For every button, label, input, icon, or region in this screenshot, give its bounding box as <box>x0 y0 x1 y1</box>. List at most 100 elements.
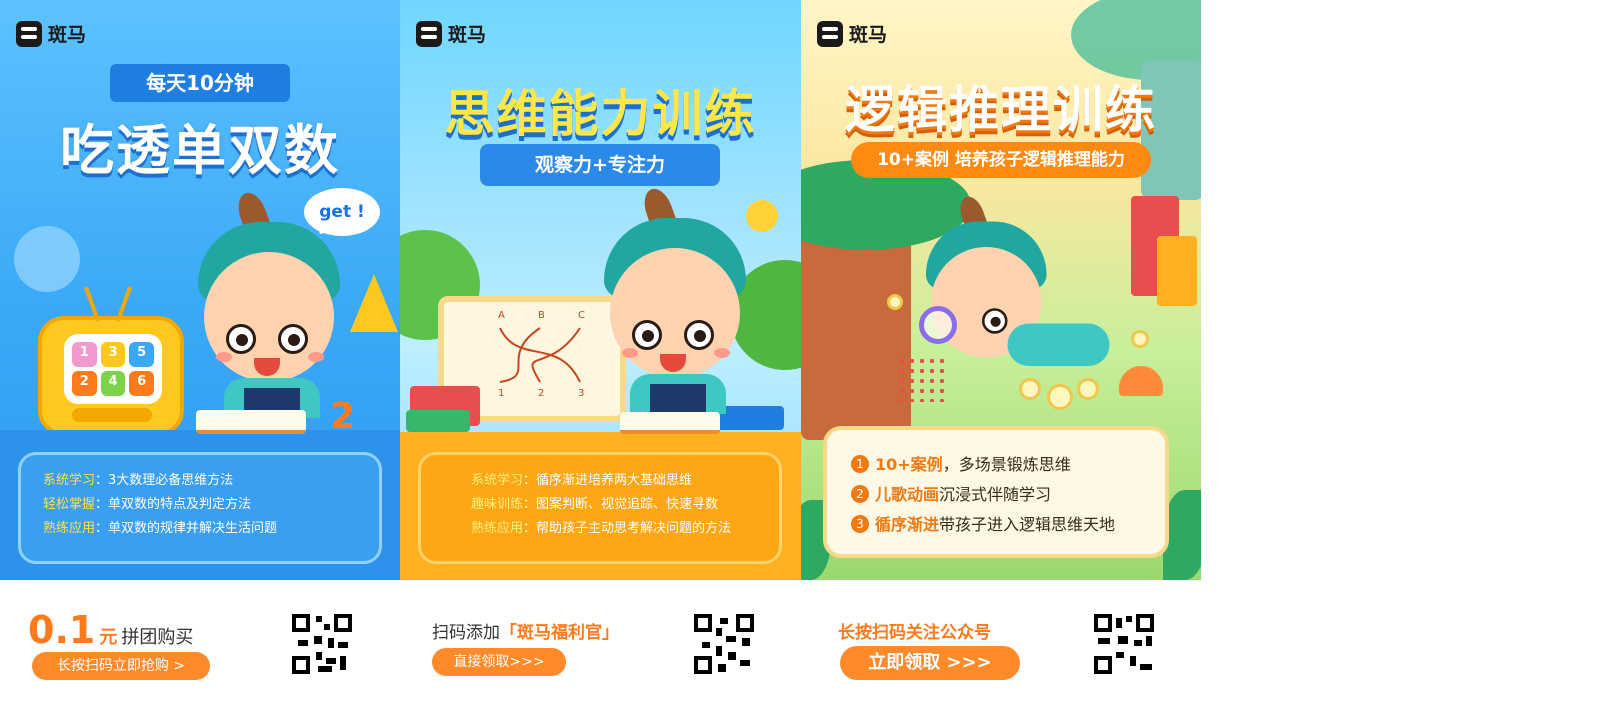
lightbulb-icon <box>746 200 778 232</box>
poster-headline: 吃透单双数 <box>60 119 340 182</box>
feature-sep: ： <box>523 473 537 488</box>
eye-icon <box>278 324 308 354</box>
number-badge: 1 <box>851 455 869 473</box>
easel-label: B <box>538 310 545 321</box>
feature-text: ，多场景锻炼思维 <box>942 455 1071 474</box>
feature-text: 3大数理必备思维方法 <box>108 473 234 488</box>
cheek <box>308 352 324 362</box>
desk-number: 2 <box>330 396 356 437</box>
brand: 斑马 <box>16 20 86 47</box>
feature-text: 单双数的规律并解决生活问题 <box>108 521 278 536</box>
feature-line: 1 10+案例，多场景锻炼思维 <box>851 450 1165 480</box>
feature-sep: ： <box>523 521 537 536</box>
antenna-icon <box>115 286 133 322</box>
number-badge: 3 <box>851 515 869 533</box>
tangled-paths-icon <box>499 327 581 383</box>
feature-text: 沉浸式伴随学习 <box>939 485 1052 504</box>
feature-sep: ： <box>95 521 109 536</box>
tree-trunk <box>801 220 911 440</box>
brand: 斑马 <box>817 20 887 47</box>
feature-key: 系统学习 <box>43 473 96 488</box>
poster-odd-even: 斑马 每天10分钟 吃透单双数 get ! 1 3 5 2 4 6 2 系统学习… <box>0 0 400 580</box>
daily-ribbon: 每天10分钟 <box>110 64 290 102</box>
easel-label: C <box>578 310 585 321</box>
feature-key: 10+案例 <box>875 455 943 474</box>
claim-now-button[interactable]: 立即领取 >>> <box>840 646 1020 680</box>
buy-button[interactable]: 长按扫码立即抢购 > <box>32 652 210 680</box>
tv-illustration: 1 3 5 2 4 6 <box>38 286 184 436</box>
number-badge: 2 <box>851 485 869 503</box>
strawberry-patch <box>897 356 949 402</box>
easel-label: A <box>498 310 505 321</box>
feature-key: 趣味训练 <box>471 497 524 512</box>
feature-text: 图案判断、视觉追踪、快速寻数 <box>536 497 719 512</box>
magnifier-icon <box>919 306 957 344</box>
tv-knobs <box>72 408 152 422</box>
tv-number: 4 <box>100 371 126 396</box>
feature-line: 2 儿歌动画沉浸式伴随学习 <box>851 480 1165 510</box>
feature-sep: ： <box>95 497 109 512</box>
add-name: 「斑马福利官」 <box>500 623 619 643</box>
feature-text: 带孩子进入逻辑思维天地 <box>939 515 1116 534</box>
eye-icon <box>632 320 662 350</box>
tv-number: 2 <box>72 371 97 396</box>
poster-thinking: 斑马 思维能力训练 观察力+专注力 A B C 1 2 3 系统学习：循序渐进培… <box>400 0 801 580</box>
feature-line: 熟练应用：单双数的规律并解决生活问题 <box>43 517 379 541</box>
tv-number: 6 <box>129 371 154 396</box>
qr-code-icon[interactable] <box>1092 612 1156 676</box>
feature-key: 熟练应用 <box>43 521 96 536</box>
overalls <box>650 384 706 414</box>
feature-line: 3 循序渐进带孩子进入逻辑思维天地 <box>851 510 1165 540</box>
flower-icon <box>1077 378 1099 400</box>
poster-headline: 思维能力训练 <box>444 85 757 143</box>
price-amount: 0.1 <box>28 608 96 652</box>
claim-button[interactable]: 直接领取>>> <box>432 648 566 676</box>
skills-ribbon: 观察力+专注力 <box>480 144 720 186</box>
brand: 斑马 <box>416 20 486 47</box>
add-official-text: 扫码添加「斑马福利官」 <box>432 618 619 643</box>
qr-code-icon[interactable] <box>692 612 756 676</box>
tv-number: 5 <box>129 342 154 367</box>
price-unit: 元 <box>99 627 118 648</box>
globe-icon <box>14 226 80 292</box>
eye-icon <box>684 320 714 350</box>
flower-icon <box>1019 378 1041 400</box>
tv-number: 3 <box>100 342 126 367</box>
feature-key: 循序渐进 <box>875 515 940 534</box>
tv-number: 1 <box>72 342 97 367</box>
mushroom-icon <box>1119 366 1163 396</box>
qr-code-icon[interactable] <box>290 612 354 676</box>
feature-line: 轻松掌握：单双数的特点及判定方法 <box>43 493 379 517</box>
feature-key: 熟练应用 <box>471 521 524 536</box>
flower-icon <box>887 294 903 310</box>
feature-line: 系统学习：3大数理必备思维方法 <box>43 469 379 493</box>
add-prefix: 扫码添加 <box>432 623 500 643</box>
feature-card: 系统学习：循序渐进培养两大基础思维 趣味训练：图案判断、视觉追踪、快速寻数 熟练… <box>418 452 782 564</box>
feature-key: 轻松掌握 <box>43 497 96 512</box>
books-icon <box>406 410 470 432</box>
books-icon <box>1157 236 1197 306</box>
feature-sep: ： <box>95 473 109 488</box>
cases-ribbon: 10+案例 培养孩子逻辑推理能力 <box>851 142 1151 178</box>
tv-screen: 1 3 5 2 4 6 <box>64 334 162 404</box>
ruler-icon <box>350 274 398 332</box>
feature-text: 单双数的特点及判定方法 <box>108 497 252 512</box>
eye-icon <box>982 308 1008 334</box>
easel-label: 3 <box>578 388 585 399</box>
poster-logic: 斑马 逻辑推理训练 10+案例 培养孩子逻辑推理能力 1 10+案例，多场景锻炼思… <box>801 0 1201 580</box>
eye-icon <box>226 324 256 354</box>
follow-text: 长按扫码关注公众号 <box>838 623 991 643</box>
cheek <box>622 348 638 358</box>
zebra-logo-icon <box>817 20 843 47</box>
feature-text: 帮助孩子主动思考解决问题的方法 <box>536 521 732 536</box>
price-text: 拼团购买 <box>121 627 194 648</box>
brand-name: 斑马 <box>849 24 888 46</box>
feature-line: 系统学习：循序渐进培养两大基础思维 <box>471 469 779 493</box>
cheek <box>714 348 730 358</box>
feature-line: 熟练应用：帮助孩子主动思考解决问题的方法 <box>471 517 779 541</box>
brand-name: 斑马 <box>48 24 87 46</box>
feature-line: 趣味训练：图案判断、视觉追踪、快速寻数 <box>471 493 779 517</box>
open-book-icon <box>620 412 720 434</box>
flower-icon <box>1047 384 1073 410</box>
easel-label: 1 <box>498 388 505 399</box>
